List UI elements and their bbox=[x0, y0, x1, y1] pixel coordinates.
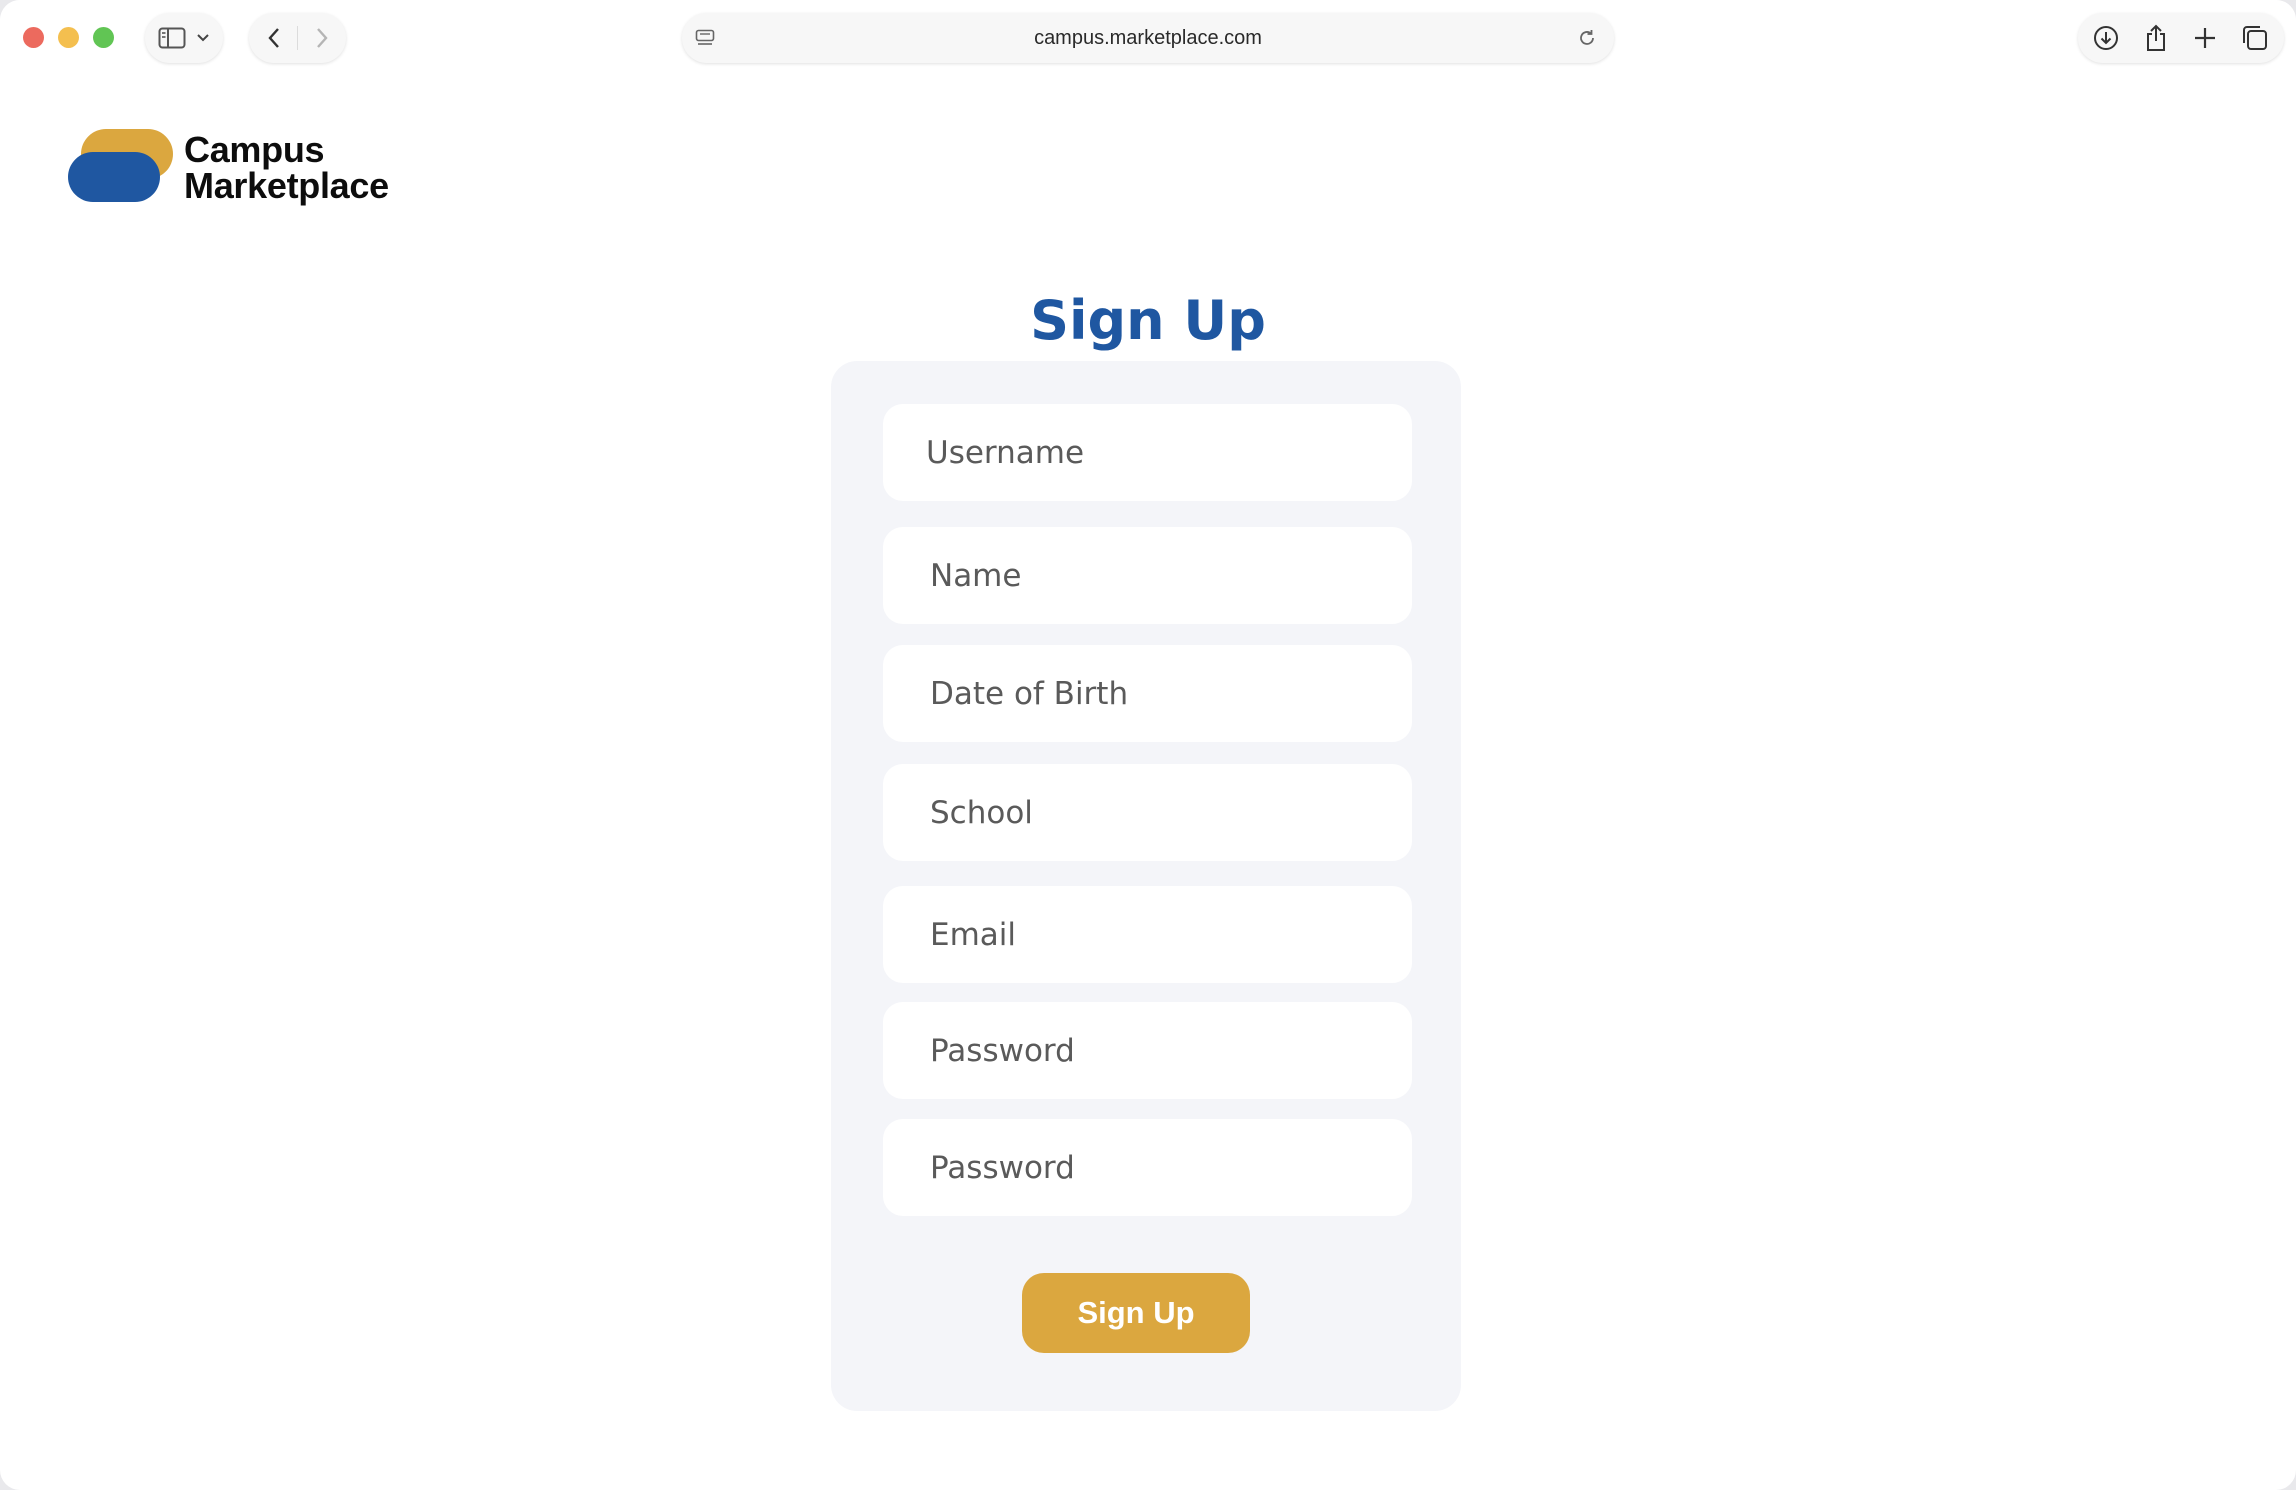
nav-divider bbox=[297, 26, 298, 50]
browser-window: campus.marketplace.com Campus Marketplac… bbox=[0, 0, 2296, 1490]
email-input[interactable] bbox=[930, 916, 1412, 953]
navigation-buttons bbox=[249, 13, 346, 63]
tabs-icon[interactable] bbox=[2240, 24, 2270, 52]
maximize-window-button[interactable] bbox=[93, 27, 114, 48]
reload-icon[interactable] bbox=[1575, 26, 1599, 50]
school-field[interactable] bbox=[883, 764, 1412, 861]
name-field[interactable] bbox=[883, 527, 1412, 624]
minimize-window-button[interactable] bbox=[58, 27, 79, 48]
back-icon[interactable] bbox=[261, 25, 287, 51]
share-icon[interactable] bbox=[2142, 23, 2170, 53]
url-text[interactable]: campus.marketplace.com bbox=[682, 13, 1614, 63]
username-input[interactable] bbox=[926, 434, 1408, 471]
sign-up-button[interactable]: Sign Up bbox=[1022, 1273, 1250, 1353]
name-input[interactable] bbox=[930, 557, 1412, 594]
username-field[interactable] bbox=[883, 404, 1412, 501]
brand-line-2: Marketplace bbox=[184, 165, 389, 206]
confirm-password-field[interactable] bbox=[883, 1119, 1412, 1216]
close-window-button[interactable] bbox=[23, 27, 44, 48]
date-of-birth-input[interactable] bbox=[930, 675, 1412, 712]
sidebar-toggle[interactable] bbox=[145, 13, 223, 63]
school-input[interactable] bbox=[930, 794, 1412, 831]
download-icon[interactable] bbox=[2092, 24, 2120, 52]
brand-name[interactable]: Campus Marketplace bbox=[184, 132, 389, 204]
forward-icon[interactable] bbox=[309, 25, 335, 51]
brand-line-1: Campus bbox=[184, 129, 325, 170]
address-bar[interactable]: campus.marketplace.com bbox=[682, 13, 1614, 63]
chevron-down-icon[interactable] bbox=[195, 30, 211, 46]
plus-icon[interactable] bbox=[2191, 24, 2219, 52]
browser-toolbar: campus.marketplace.com bbox=[0, 0, 2296, 76]
page-title: Sign Up bbox=[1030, 289, 1266, 352]
date-of-birth-field[interactable] bbox=[883, 645, 1412, 742]
email-field[interactable] bbox=[883, 886, 1412, 983]
confirm-password-input[interactable] bbox=[930, 1149, 1412, 1186]
sidebar-icon bbox=[157, 26, 187, 50]
toolbar-actions bbox=[2078, 13, 2284, 63]
logo-icon[interactable] bbox=[68, 129, 176, 203]
password-input[interactable] bbox=[930, 1032, 1412, 1069]
password-field[interactable] bbox=[883, 1002, 1412, 1099]
